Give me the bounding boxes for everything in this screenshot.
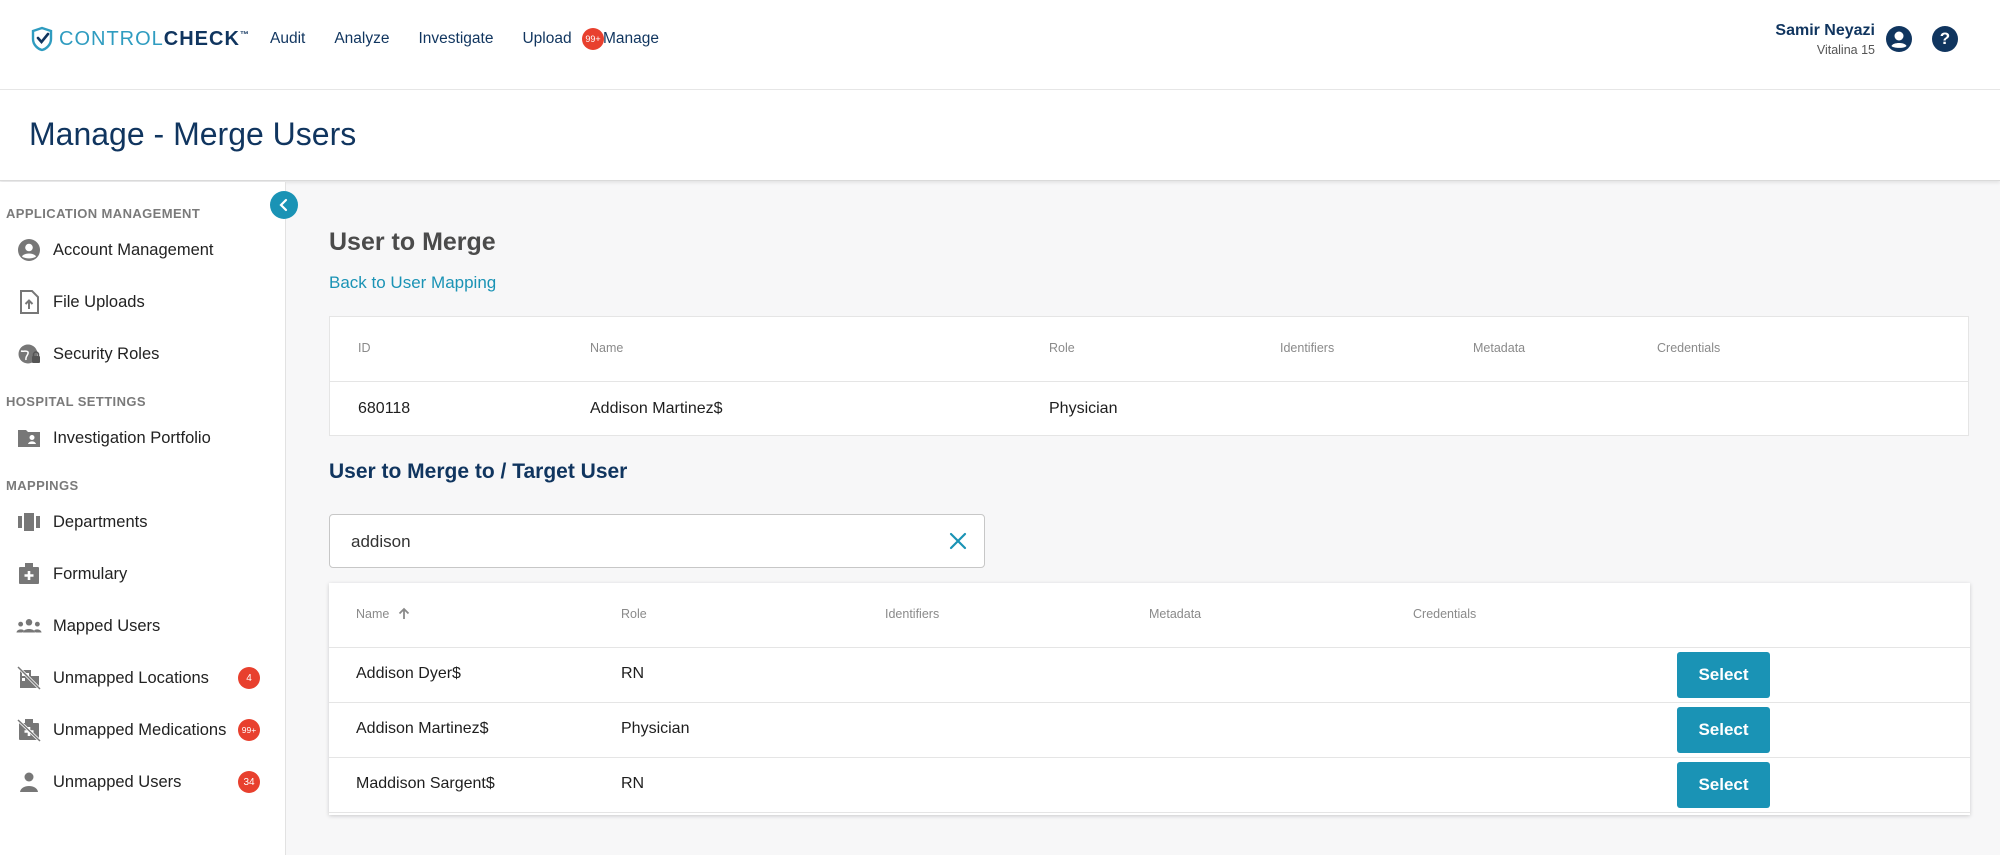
folder-user-icon: [16, 425, 42, 451]
merge-user-id: 680118: [358, 400, 411, 417]
sidebar-collapse-button[interactable]: [270, 191, 298, 219]
row-divider: [329, 702, 1970, 703]
target-user-heading: User to Merge to / Target User: [329, 460, 628, 483]
sidebar-item-label: Departments: [53, 512, 148, 531]
result-name: Addison Dyer$: [356, 665, 461, 682]
column-header-role: Role: [1049, 341, 1075, 355]
column-header-identifiers: Identifiers: [1280, 341, 1335, 355]
sidebar-item-label: Security Roles: [53, 344, 160, 363]
table-divider: [330, 381, 1968, 382]
user-name: Samir Neyazi: [1775, 22, 1875, 39]
globe-lock-icon: [16, 341, 42, 367]
select-button[interactable]: Select: [1677, 652, 1770, 698]
row-divider: [329, 647, 1970, 648]
logo-mark-icon: [31, 26, 53, 52]
sidebar-item-label: Mapped Users: [53, 616, 161, 635]
main-nav: Audit Analyze Investigate Upload: [270, 30, 572, 48]
column-header-name: Name: [590, 341, 624, 355]
sidebar-item-label: Unmapped Locations: [53, 668, 209, 687]
sidebar-item-file-uploads[interactable]: File Uploads: [16, 282, 276, 322]
account-circle-icon[interactable]: [1886, 26, 1912, 52]
sidebar-item-unmapped-locations[interactable]: Unmapped Locations 4: [16, 658, 276, 698]
sidebar-section-application-management: APPLICATION MANAGEMENT: [6, 206, 201, 221]
sidebar-item-account-management[interactable]: Account Management: [16, 230, 276, 270]
upload-badge: 99+: [582, 28, 604, 50]
departments-icon: [16, 509, 42, 535]
nav-investigate[interactable]: Investigate: [419, 30, 494, 48]
select-button[interactable]: Select: [1677, 707, 1770, 753]
medical-off-icon: [16, 717, 42, 743]
sidebar-item-unmapped-users[interactable]: Unmapped Users 34: [16, 762, 276, 802]
sidebar-item-label: Investigation Portfolio: [53, 428, 211, 447]
user-to-merge-table: ID Name Role Identifiers Metadata Creden…: [329, 316, 1969, 436]
user-organization: Vitalina 15: [1816, 43, 1875, 57]
result-role: RN: [621, 775, 645, 792]
select-button[interactable]: Select: [1677, 762, 1770, 808]
file-upload-icon: [16, 289, 42, 315]
logo-text: CONTROLCHECK™: [59, 27, 250, 50]
sidebar: APPLICATION MANAGEMENT Account Managemen…: [0, 182, 286, 855]
back-to-user-mapping-link[interactable]: Back to User Mapping: [329, 273, 496, 293]
merge-user-role: Physician: [1049, 400, 1118, 417]
chevron-left-icon: [279, 198, 288, 212]
column-header-name-sortable[interactable]: Name: [356, 607, 411, 621]
unmapped-medications-badge: 99+: [238, 719, 260, 741]
column-header-id: ID: [358, 341, 371, 355]
nav-upload[interactable]: Upload: [522, 30, 571, 48]
nav-analyze[interactable]: Analyze: [334, 30, 389, 48]
sidebar-item-security-roles[interactable]: Security Roles: [16, 334, 276, 374]
target-user-results-table: Name Role Identifiers Metadata Credentia…: [329, 583, 1970, 815]
nav-manage[interactable]: Manage: [603, 30, 659, 48]
sidebar-item-label: Unmapped Users: [53, 772, 182, 791]
group-icon: [16, 613, 42, 639]
column-header-identifiers: Identifiers: [885, 607, 940, 621]
column-header-label: Name: [356, 607, 390, 621]
help-icon[interactable]: ?: [1932, 26, 1958, 52]
result-role: RN: [621, 665, 645, 682]
sidebar-item-label: Account Management: [53, 240, 214, 259]
user-to-merge-heading: User to Merge: [329, 228, 496, 256]
column-header-metadata: Metadata: [1473, 341, 1526, 355]
result-role: Physician: [621, 720, 690, 737]
row-divider: [329, 757, 1970, 758]
sidebar-section-mappings: MAPPINGS: [6, 478, 79, 493]
location-off-icon: [16, 665, 42, 691]
top-navigation-bar: CONTROLCHECK™ Audit Analyze Investigate …: [0, 0, 2000, 90]
nav-audit[interactable]: Audit: [270, 30, 305, 48]
merge-user-name: Addison Martinez$: [590, 400, 723, 417]
sidebar-item-formulary[interactable]: Formulary: [16, 554, 276, 594]
page-title: Manage - Merge Users: [29, 116, 357, 152]
sidebar-item-departments[interactable]: Departments: [16, 502, 276, 542]
medical-box-icon: [16, 561, 42, 587]
account-circle-icon: [16, 237, 42, 263]
sidebar-item-investigation-portfolio[interactable]: Investigation Portfolio: [16, 418, 276, 458]
row-divider: [329, 812, 1970, 813]
close-icon[interactable]: [946, 529, 970, 553]
column-header-role: Role: [621, 607, 647, 621]
controlcheck-logo[interactable]: CONTROLCHECK™: [29, 26, 250, 52]
sidebar-item-mapped-users[interactable]: Mapped Users: [16, 606, 276, 646]
column-header-metadata: Metadata: [1149, 607, 1202, 621]
sidebar-item-label: Formulary: [53, 564, 128, 583]
result-name: Addison Martinez$: [356, 720, 489, 737]
target-user-search: [329, 514, 985, 568]
unmapped-locations-badge: 4: [238, 667, 260, 689]
result-name: Maddison Sargent$: [356, 775, 495, 792]
sidebar-item-label: File Uploads: [53, 292, 145, 311]
person-icon: [16, 769, 42, 795]
column-header-credentials: Credentials: [1413, 607, 1477, 621]
sidebar-section-hospital-settings: HOSPITAL SETTINGS: [6, 394, 146, 409]
arrow-up-icon: [399, 607, 410, 619]
page-header: Manage - Merge Users: [0, 90, 2000, 181]
unmapped-users-badge: 34: [238, 771, 260, 793]
sidebar-item-unmapped-medications[interactable]: Unmapped Medications 99+: [16, 710, 276, 750]
user-info[interactable]: Samir Neyazi Vitalina 15: [1775, 22, 1875, 57]
sidebar-item-label: Unmapped Medications: [53, 720, 227, 739]
column-header-credentials: Credentials: [1657, 341, 1721, 355]
search-input[interactable]: [351, 529, 911, 555]
